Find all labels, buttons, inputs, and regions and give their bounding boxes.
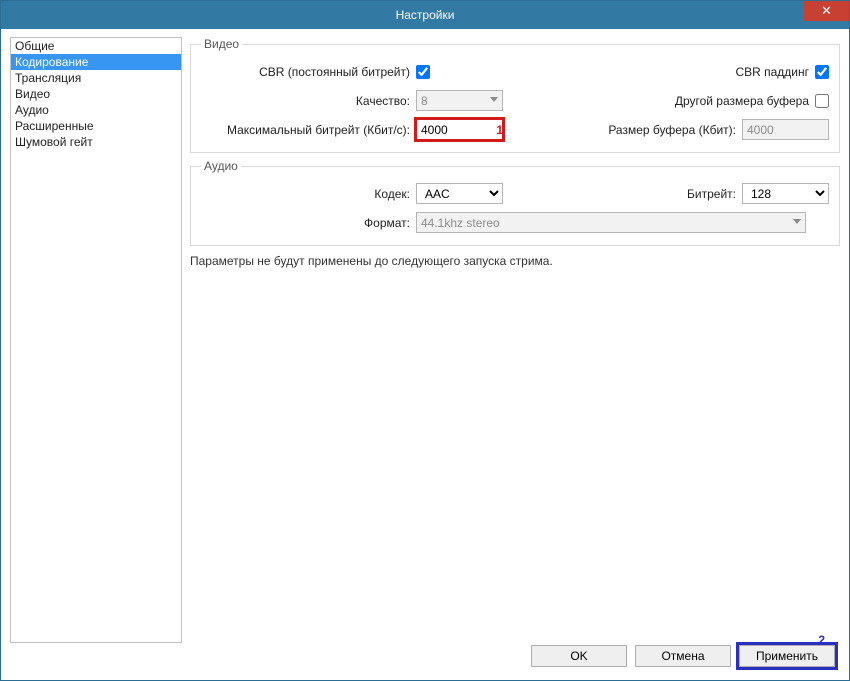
annotation-1: 1 [496, 123, 503, 137]
buffer-size-input [742, 119, 829, 140]
sidebar-item-encoding[interactable]: Кодирование [11, 54, 181, 70]
close-icon: ✕ [821, 3, 832, 19]
cbr-padding-label: CBR паддинг [511, 65, 815, 79]
buffer-other-label: Другой размера буфера [511, 94, 815, 108]
ok-button[interactable]: OK [531, 645, 627, 667]
codec-select[interactable]: AAC [416, 183, 503, 204]
video-group: Видео CBR (постоянный битрейт) CBR падди… [190, 37, 840, 153]
main-panel: Видео CBR (постоянный битрейт) CBR падди… [190, 37, 840, 639]
settings-window: Настройки ✕ Общие Кодирование Трансляция… [0, 0, 850, 681]
apply-button[interactable]: Применить [739, 645, 835, 667]
sidebar-item-general[interactable]: Общие [11, 38, 181, 54]
codec-label: Кодек: [201, 187, 416, 201]
cbr-padding-checkbox[interactable] [815, 65, 829, 79]
max-bitrate-label: Максимальный битрейт (Кбит/с): [201, 123, 416, 137]
cbr-label: CBR (постоянный битрейт) [201, 65, 416, 79]
dialog-footer: 2 OK Отмена Применить [1, 639, 849, 673]
window-title: Настройки [396, 8, 455, 22]
titlebar: Настройки ✕ [1, 1, 849, 29]
buffer-size-label: Размер буфера (Кбит): [511, 123, 742, 137]
cancel-button[interactable]: Отмена [635, 645, 731, 667]
sidebar-item-noise-gate[interactable]: Шумовой гейт [11, 134, 181, 150]
chevron-down-icon [793, 219, 801, 224]
quality-value: 8 [421, 94, 428, 108]
restart-note: Параметры не будут применены до следующе… [190, 252, 840, 268]
sidebar[interactable]: Общие Кодирование Трансляция Видео Аудио… [10, 37, 182, 643]
sidebar-item-stream[interactable]: Трансляция [11, 70, 181, 86]
format-value: 44.1khz stereo [421, 216, 500, 230]
format-select: 44.1khz stereo [416, 212, 806, 233]
close-button[interactable]: ✕ [804, 1, 849, 21]
client-area: Общие Кодирование Трансляция Видео Аудио… [1, 29, 849, 639]
format-label: Формат: [201, 216, 416, 230]
sidebar-item-video[interactable]: Видео [11, 86, 181, 102]
sidebar-item-advanced[interactable]: Расширенные [11, 118, 181, 134]
quality-label: Качество: [201, 94, 416, 108]
annotation-2: 2 [818, 633, 825, 647]
sidebar-item-audio[interactable]: Аудио [11, 102, 181, 118]
audio-bitrate-label: Битрейт: [511, 187, 742, 201]
video-group-legend: Видео [201, 37, 242, 51]
cbr-checkbox[interactable] [416, 65, 430, 79]
audio-group: Аудио Кодек: AAC Битрейт: 128 [190, 159, 840, 246]
quality-select: 8 [416, 90, 503, 111]
buffer-other-checkbox[interactable] [815, 94, 829, 108]
max-bitrate-input[interactable] [416, 119, 503, 140]
audio-bitrate-select[interactable]: 128 [742, 183, 829, 204]
audio-group-legend: Аудио [201, 159, 241, 173]
chevron-down-icon [490, 97, 498, 102]
